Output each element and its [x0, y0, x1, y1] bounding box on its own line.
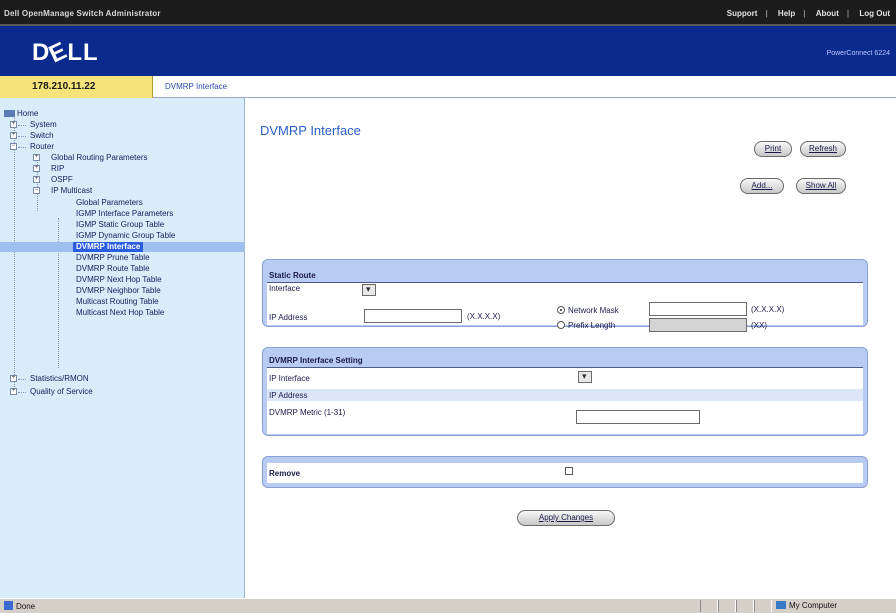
expand-statistics-icon[interactable]: +	[10, 375, 17, 382]
expand-ospf-icon[interactable]: +	[33, 176, 40, 183]
app-title: Dell OpenManage Switch Administrator	[4, 9, 161, 18]
tree-global-parameters[interactable]: Global Parameters	[76, 198, 143, 208]
static-route-title: Static Route	[269, 271, 316, 280]
dvmrp-metric-label: DVMRP Metric (1-31)	[269, 408, 346, 417]
prefix-length-label: Prefix Length	[568, 321, 616, 330]
remove-checkbox[interactable]	[565, 467, 573, 475]
collapse-router-icon[interactable]: −	[10, 143, 17, 150]
dvmrp-setting-title: DVMRP Interface Setting	[269, 356, 363, 365]
remove-panel: Remove	[262, 456, 868, 488]
dvmrp-setting-panel: DVMRP Interface Setting IP Interface IP …	[262, 347, 868, 436]
dvmrp-metric-input[interactable]	[576, 410, 700, 424]
tree-rip[interactable]: RIP	[51, 164, 64, 174]
my-computer-icon	[776, 601, 786, 609]
remove-label: Remove	[269, 469, 301, 478]
tree-global-routing[interactable]: Global Routing Parameters	[51, 153, 148, 163]
ip-address-hint: (X.X.X.X)	[467, 312, 501, 321]
static-route-panel: Static Route Interface IP Address (X.X.X…	[262, 259, 868, 332]
ip-address-input[interactable]	[364, 309, 462, 323]
expand-global-routing-icon[interactable]: +	[33, 154, 40, 161]
logout-link[interactable]: Log Out	[859, 9, 890, 18]
static-route-body: Interface IP Address (X.X.X.X) Network M…	[267, 283, 863, 332]
tree-dvmrp-prune[interactable]: DVMRP Prune Table	[76, 253, 150, 263]
breadcrumb: DVMRP Interface	[165, 82, 228, 91]
ie-page-icon	[4, 601, 13, 610]
tree-igmp-dynamic[interactable]: IGMP Dynamic Group Table	[76, 231, 175, 241]
prefix-length-hint: (XX)	[751, 321, 767, 330]
page-title: DVMRP Interface	[260, 123, 361, 138]
refresh-button[interactable]: Refresh	[800, 141, 846, 157]
tree-dvmrp-interface[interactable]: DVMRP Interface	[73, 242, 144, 252]
tree-router[interactable]: Router	[30, 142, 54, 152]
dell-logo: DELL	[32, 36, 99, 69]
network-mask-hint: (X.X.X.X)	[751, 305, 785, 314]
tree-multicast-nexthop[interactable]: Multicast Next Hop Table	[76, 308, 164, 318]
show-all-button[interactable]: Show All	[796, 178, 846, 194]
banner: DELL PowerConnect 6224	[0, 26, 896, 76]
tree-dvmrp-neighbor[interactable]: DVMRP Neighbor Table	[76, 286, 161, 296]
status-done: Done	[4, 601, 35, 611]
tree-igmp-static[interactable]: IGMP Static Group Table	[76, 220, 164, 230]
tree-ospf[interactable]: OSPF	[51, 175, 73, 185]
navigation-tree: Home + System + Switch − Router + Global…	[0, 98, 245, 598]
tree-ip-multicast[interactable]: IP Multicast	[51, 186, 92, 196]
top-bar: Dell OpenManage Switch Administrator Sup…	[0, 0, 896, 26]
computer-icon	[4, 110, 15, 117]
tree-switch[interactable]: Switch	[30, 131, 54, 141]
expand-qos-icon[interactable]: +	[10, 388, 17, 395]
tree-system[interactable]: System	[30, 120, 57, 130]
expand-switch-icon[interactable]: +	[10, 132, 17, 139]
address-row: 178.210.11.22 DVMRP Interface	[0, 76, 896, 98]
interface-select[interactable]	[362, 284, 376, 296]
dvmrp-ip-address-label: IP Address	[269, 391, 308, 400]
prefix-length-input[interactable]	[649, 318, 747, 332]
prefix-length-radio[interactable]	[557, 321, 565, 329]
network-mask-label: Network Mask	[568, 306, 619, 315]
ip-interface-label: IP Interface	[269, 374, 310, 383]
dvmrp-setting-body: IP Interface IP Address DVMRP Metric (1-…	[267, 368, 863, 434]
main-content: DVMRP Interface Print Refresh Add... Sho…	[246, 98, 896, 598]
tree-home[interactable]: Home	[4, 109, 38, 119]
product-name: PowerConnect 6224	[826, 50, 890, 57]
ip-interface-select[interactable]	[578, 371, 592, 383]
interface-label: Interface	[269, 284, 301, 293]
ip-address-label: IP Address	[269, 313, 308, 322]
tree-qos[interactable]: Quality of Service	[30, 387, 93, 397]
support-link[interactable]: Support	[727, 9, 758, 18]
tree-igmp-interface[interactable]: IGMP Interface Parameters	[76, 209, 173, 219]
tree-statistics[interactable]: Statistics/RMON	[30, 374, 89, 384]
tree-dvmrp-route[interactable]: DVMRP Route Table	[76, 264, 150, 274]
network-mask-input[interactable]	[649, 302, 747, 316]
add-button[interactable]: Add...	[740, 178, 784, 194]
top-links: Support | Help | About | Log Out	[726, 9, 890, 18]
tree-dvmrp-nexthop[interactable]: DVMRP Next Hop Table	[76, 275, 162, 285]
expand-system-icon[interactable]: +	[10, 121, 17, 128]
status-bar: Done My Computer	[0, 598, 896, 613]
print-button[interactable]: Print	[754, 141, 792, 157]
collapse-ip-multicast-icon[interactable]: −	[33, 187, 40, 194]
apply-changes-button[interactable]: Apply Changes	[517, 510, 615, 526]
remove-body: Remove	[267, 463, 863, 483]
ip-address: 178.210.11.22	[32, 81, 96, 92]
network-mask-radio[interactable]	[557, 306, 565, 314]
help-link[interactable]: Help	[778, 9, 795, 18]
security-zone: My Computer	[776, 601, 837, 610]
expand-rip-icon[interactable]: +	[33, 165, 40, 172]
about-link[interactable]: About	[816, 9, 839, 18]
ip-address-box: 178.210.11.22	[0, 76, 153, 98]
tree-multicast-routing[interactable]: Multicast Routing Table	[76, 297, 159, 307]
